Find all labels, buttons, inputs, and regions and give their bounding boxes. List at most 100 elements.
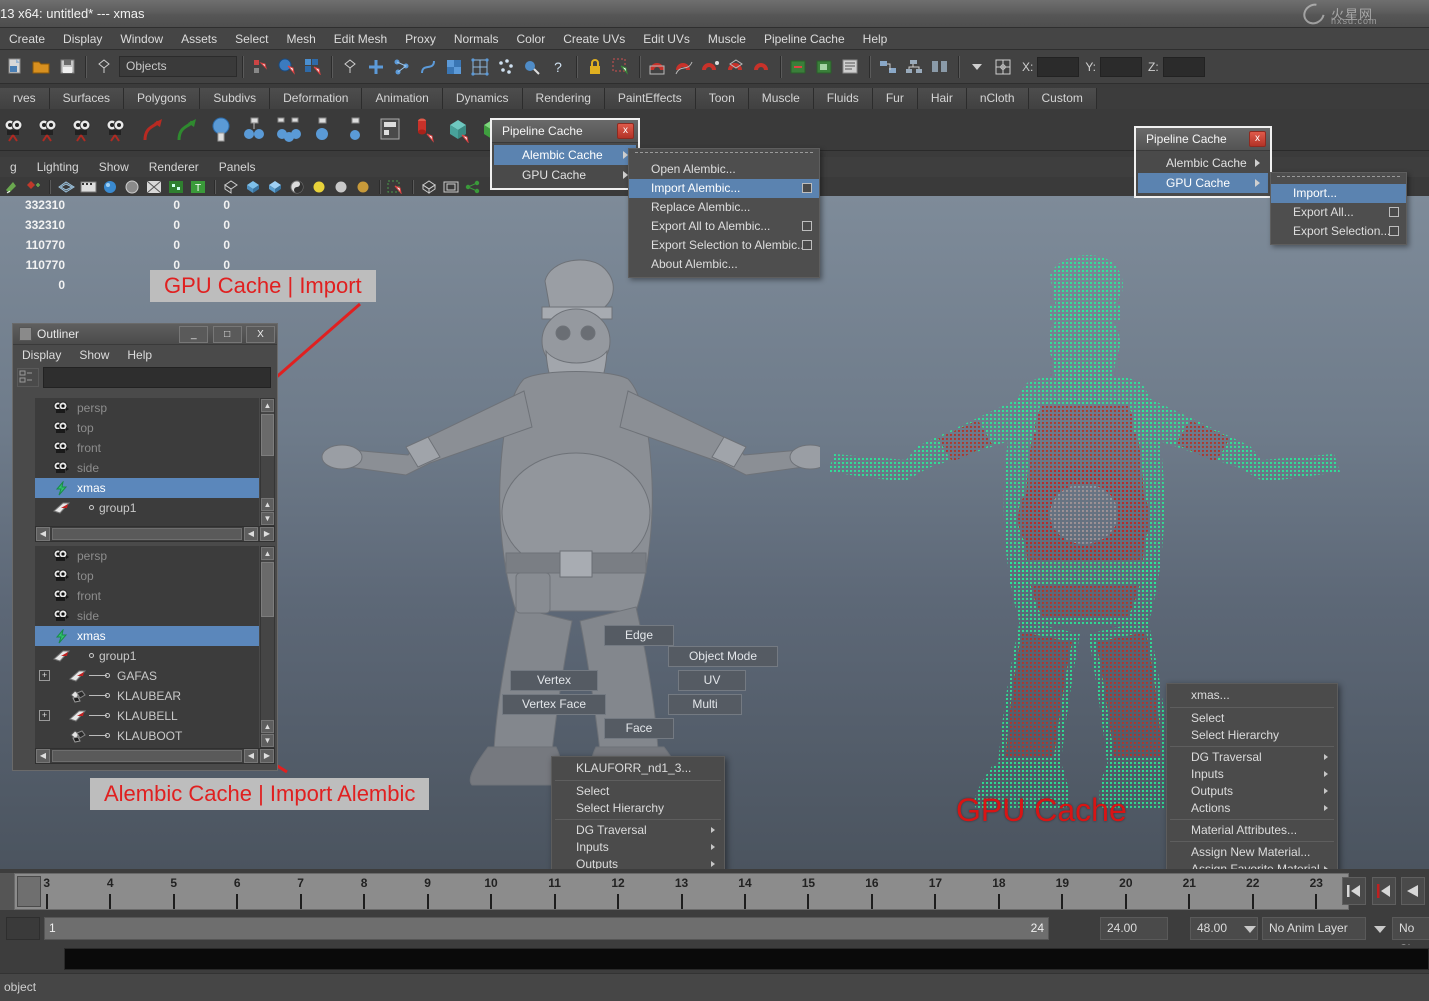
component-lattice-icon[interactable]: [468, 55, 492, 79]
pipeline-cache-right-item-gpu-cache[interactable]: GPU Cache: [1138, 173, 1268, 193]
scroll-left-icon[interactable]: ◀: [36, 527, 50, 541]
marking-menu-multi[interactable]: Multi: [668, 694, 742, 715]
ctx-mesh-select[interactable]: Select: [552, 783, 724, 800]
timeline-current-frame[interactable]: [17, 876, 41, 907]
open-scene-icon[interactable]: [29, 55, 53, 79]
menu-item-display[interactable]: Display: [54, 28, 111, 49]
time-slider-track[interactable]: 34567891011121314151617181920212223: [14, 873, 1349, 910]
cluster-icon-1[interactable]: [239, 113, 271, 147]
shelf-tab-toon[interactable]: Toon: [696, 88, 749, 109]
close-icon[interactable]: X: [246, 326, 275, 343]
outliner-row-xmas[interactable]: xmas: [35, 626, 259, 646]
menu-item-window[interactable]: Window: [111, 28, 172, 49]
text-display-icon[interactable]: T: [188, 178, 208, 196]
outliner-row-front[interactable]: front: [35, 438, 259, 458]
shelf-tab-hair[interactable]: Hair: [918, 88, 967, 109]
y-coordinate-input[interactable]: [1100, 57, 1142, 77]
range-slider-bar[interactable]: 1 24 24.00 48.00 No Anim Layer No Cha: [0, 914, 1429, 945]
outliner-row-side[interactable]: side: [35, 606, 259, 626]
mask-filter-icon[interactable]: [338, 55, 362, 79]
outliner-list-lower[interactable]: persptopfrontsidexmas–group1+GAFASKLAUBE…: [35, 546, 259, 748]
cluster-icon-4[interactable]: [341, 113, 373, 147]
outliner-row-persp[interactable]: persp: [35, 546, 259, 566]
outliner-row-klauboot[interactable]: KLAUBOOT: [35, 726, 259, 746]
chevron-down-icon[interactable]: [1244, 926, 1256, 933]
snap-to-plane-magnet-icon[interactable]: [724, 55, 748, 79]
ctx-mesh-dg-traversal[interactable]: DG Traversal: [552, 822, 724, 839]
component-handle-icon[interactable]: [364, 55, 388, 79]
render-settings-icon[interactable]: [839, 55, 863, 79]
outliner-list-upper[interactable]: persptopfrontsidexmas–group1: [35, 398, 259, 526]
red-curve-arrow-icon[interactable]: [137, 113, 169, 147]
selection-mask-field[interactable]: Objects: [119, 56, 237, 77]
minimize-icon[interactable]: _: [179, 326, 208, 343]
shelf-tab-subdivs[interactable]: Subdivs: [200, 88, 270, 109]
ctx-gpu-select[interactable]: Select: [1167, 710, 1337, 727]
camera-icon-2[interactable]: [35, 113, 67, 147]
panel-menu-renderer[interactable]: Renderer: [139, 157, 209, 176]
ctx-gpu-select-hierarchy[interactable]: Select Hierarchy: [1167, 727, 1337, 744]
select-by-object-type-icon[interactable]: [275, 55, 299, 79]
menu-item-edit-mesh[interactable]: Edit Mesh: [325, 28, 396, 49]
use-all-lights-icon[interactable]: [331, 178, 351, 196]
option-box-icon[interactable]: [802, 240, 812, 250]
menu-item-mesh[interactable]: Mesh: [277, 28, 324, 49]
outliner-lower-vertical-scrollbar[interactable]: ▲ ▲ ▼: [260, 546, 275, 748]
shelf-tab-painteffects[interactable]: PaintEffects: [605, 88, 696, 109]
pipeline-cache-menu-left[interactable]: Pipeline Cache x Alembic CacheGPU Cache: [490, 118, 640, 190]
outliner-window[interactable]: Outliner _ □ X DisplayShowHelp persptopf…: [12, 323, 278, 771]
shelf-tab-polygons[interactable]: Polygons: [124, 88, 200, 109]
alembic-menu-about-alembic[interactable]: About Alembic...: [629, 255, 819, 274]
outliner-row-persp[interactable]: persp: [35, 398, 259, 418]
outliner-upper-vertical-scrollbar[interactable]: ▲ ▲ ▼: [260, 398, 275, 526]
scroll-down-icon-2[interactable]: ▼: [261, 512, 274, 525]
scrollbar-thumb[interactable]: [261, 414, 274, 456]
alembic-menu-replace-alembic[interactable]: Replace Alembic...: [629, 198, 819, 217]
ctx-gpu-material-attributes[interactable]: Material Attributes...: [1167, 822, 1337, 839]
component-paint-icon[interactable]: [520, 55, 544, 79]
script-node-icon[interactable]: [375, 113, 407, 147]
z-coordinate-input[interactable]: [1163, 57, 1205, 77]
close-icon[interactable]: x: [1249, 131, 1266, 147]
ctx-gpu-outputs[interactable]: Outputs: [1167, 783, 1337, 800]
marking-menu-edge[interactable]: Edge: [604, 625, 674, 646]
outliner-menu-show[interactable]: Show: [70, 345, 118, 362]
ctx-gpu-assign-new-material[interactable]: Assign New Material...: [1167, 844, 1337, 861]
component-particles-icon[interactable]: [494, 55, 518, 79]
smooth-shade-all-icon[interactable]: [100, 178, 120, 196]
shelf-tab-fluids[interactable]: Fluids: [814, 88, 873, 109]
component-face-icon[interactable]: [442, 55, 466, 79]
new-scene-icon[interactable]: [3, 55, 27, 79]
range-slider[interactable]: 1 24: [44, 917, 1049, 940]
x-coordinate-input[interactable]: [1037, 57, 1079, 77]
scroll-left-icon[interactable]: ◀: [36, 749, 50, 763]
camera-icon-1[interactable]: [1, 113, 33, 147]
outliner-menu-help[interactable]: Help: [118, 345, 161, 362]
pipeline-cache-left-item-gpu-cache[interactable]: GPU Cache: [494, 165, 636, 185]
menu-item-muscle[interactable]: Muscle: [699, 28, 755, 49]
teal-cube-icon[interactable]: [443, 113, 475, 147]
menu-item-pipeline-cache[interactable]: Pipeline Cache: [755, 28, 854, 49]
outliner-row-group1[interactable]: –group1: [35, 646, 259, 666]
scroll-up-icon[interactable]: ▲: [261, 399, 274, 412]
component-curve-icon[interactable]: [416, 55, 440, 79]
alembic-menu-export-all-to-alembic[interactable]: Export All to Alembic...: [629, 217, 819, 236]
panel-menu-show[interactable]: Show: [89, 157, 139, 176]
marking-menu-vertex[interactable]: Vertex: [510, 670, 598, 691]
menu-item-assets[interactable]: Assets: [172, 28, 226, 49]
shelf-tab-rves[interactable]: rves: [0, 88, 50, 109]
ctx-gpu-dg-traversal[interactable]: DG Traversal: [1167, 749, 1337, 766]
scroll-left-icon-2[interactable]: ◀: [244, 749, 258, 763]
xray-icon[interactable]: [221, 178, 241, 196]
range-end-field-a[interactable]: 24.00: [1100, 917, 1168, 940]
ipr-render-icon[interactable]: [813, 55, 837, 79]
alembic-menu-export-selection-to-alembic[interactable]: Export Selection to Alembic...: [629, 236, 819, 255]
scroll-down-icon[interactable]: ▲: [261, 720, 274, 733]
render-current-frame-icon[interactable]: [787, 55, 811, 79]
character-set-field[interactable]: No Cha: [1392, 917, 1429, 940]
blue-sphere-light-icon[interactable]: [205, 113, 237, 147]
scrollbar-thumb[interactable]: [261, 562, 274, 617]
go-to-start-icon[interactable]: [1342, 877, 1366, 905]
filter-icon[interactable]: [17, 368, 39, 387]
menu-item-edit-uvs[interactable]: Edit UVs: [634, 28, 699, 49]
